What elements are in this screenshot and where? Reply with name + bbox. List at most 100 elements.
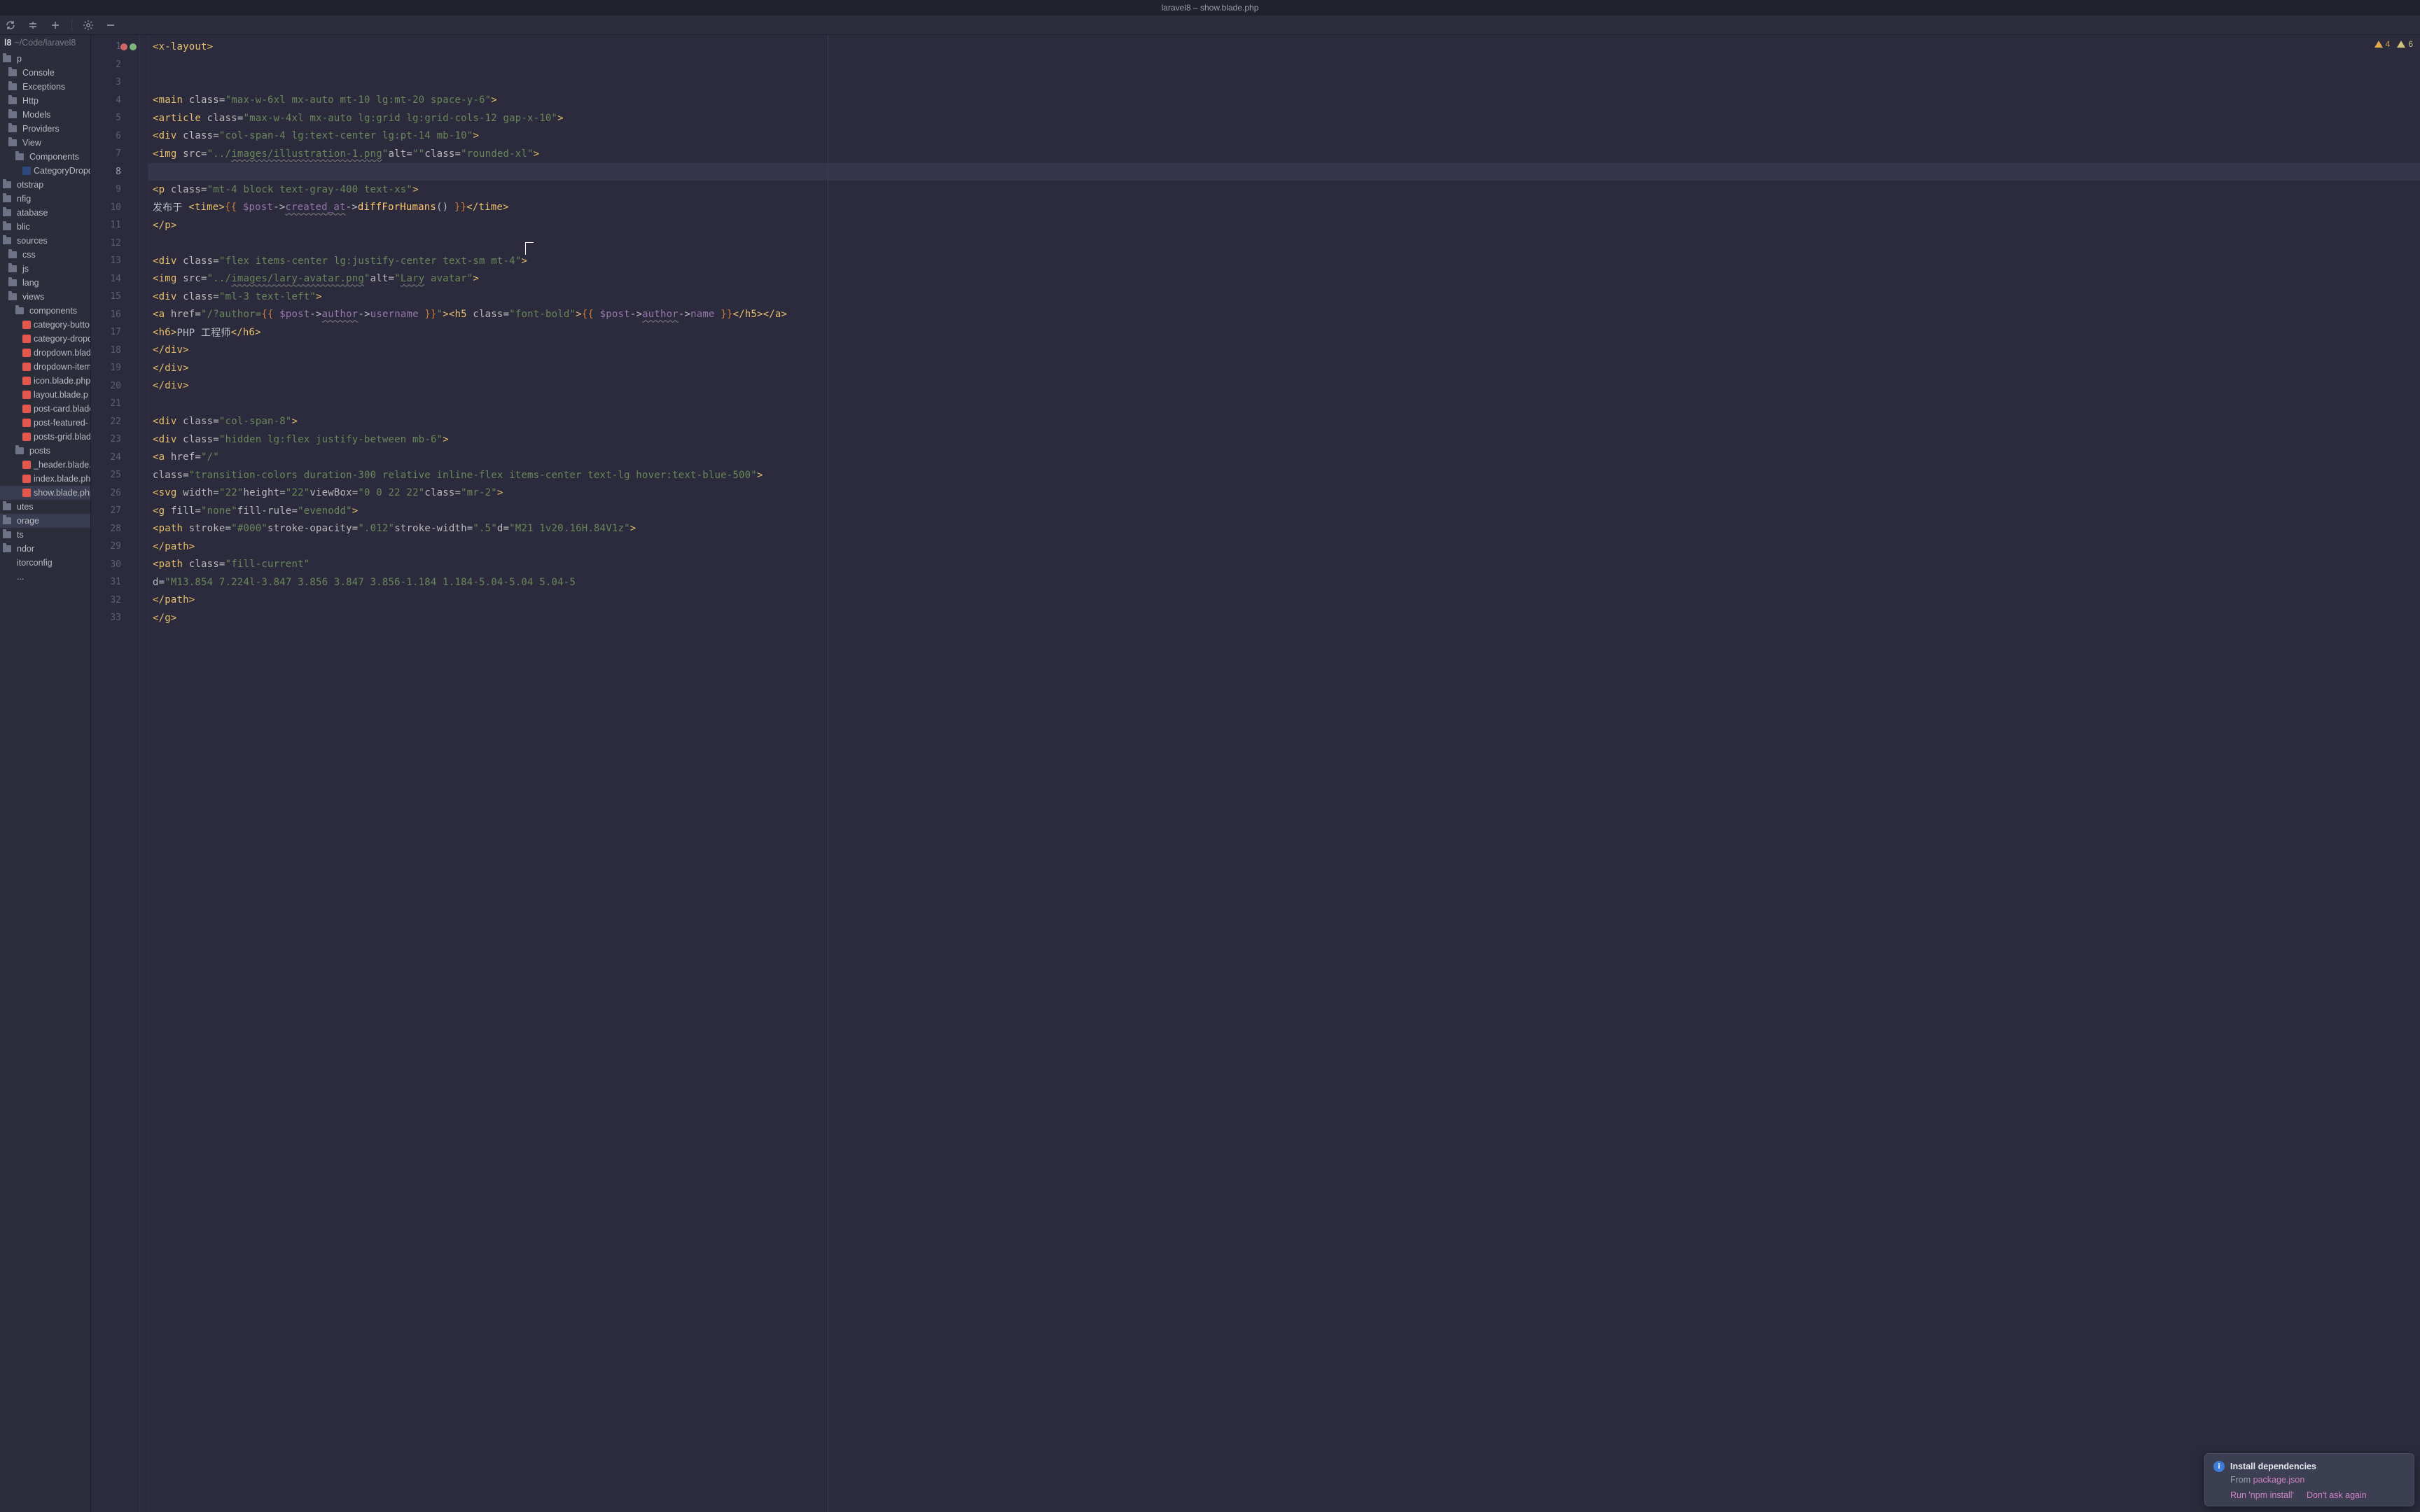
blade-file-icon bbox=[22, 461, 31, 469]
code-line[interactable]: </div> bbox=[148, 359, 2420, 377]
tree-item[interactable]: post-featured- bbox=[0, 416, 90, 430]
tree-item[interactable]: views bbox=[0, 290, 90, 304]
code-line[interactable]: <path class="fill-current" bbox=[148, 556, 2420, 574]
sync-icon[interactable] bbox=[4, 19, 17, 31]
tree-item[interactable]: Http bbox=[0, 94, 90, 108]
tree-item[interactable]: icon.blade.php bbox=[0, 374, 90, 388]
weak-warning-count[interactable]: 4 bbox=[2374, 39, 2391, 49]
code-line[interactable]: <g fill="none" fill-rule="evenodd"> bbox=[148, 502, 2420, 520]
tree-item[interactable]: ... bbox=[0, 570, 90, 584]
collapse-icon[interactable] bbox=[49, 19, 62, 31]
code-line[interactable]: 发布于 <time>{{ $post->created_at->diffForH… bbox=[148, 199, 2420, 217]
tree-item[interactable]: atabase bbox=[0, 206, 90, 220]
code-line[interactable] bbox=[148, 74, 2420, 92]
minimize-icon[interactable] bbox=[104, 19, 117, 31]
code-line[interactable]: <div class="hidden lg:flex justify-betwe… bbox=[148, 430, 2420, 449]
line-number: 4 bbox=[91, 92, 139, 110]
typo-warning-count[interactable]: 6 bbox=[2397, 39, 2413, 49]
tree-item[interactable]: dropdown-item bbox=[0, 360, 90, 374]
tree-item[interactable]: orage bbox=[0, 514, 90, 528]
tree-item[interactable]: ndor bbox=[0, 542, 90, 556]
gear-icon[interactable] bbox=[82, 19, 95, 31]
tree-item[interactable]: CategoryDropd bbox=[0, 164, 90, 178]
code-line[interactable]: </path> bbox=[148, 538, 2420, 556]
tree-item[interactable]: js bbox=[0, 262, 90, 276]
tree-item[interactable]: itorconfig bbox=[0, 556, 90, 570]
project-name: l8 bbox=[4, 38, 11, 48]
tree-item[interactable]: Console bbox=[0, 66, 90, 80]
tree-item[interactable]: dropdown.blade bbox=[0, 346, 90, 360]
tree-item-label: lang bbox=[22, 278, 39, 288]
tree-item-label: ts bbox=[17, 530, 24, 540]
run-marker-icon[interactable] bbox=[120, 43, 127, 50]
tree-item[interactable]: p bbox=[0, 52, 90, 66]
code-area[interactable]: 4 6 <x-layout> <main class="max-w-6xl mx… bbox=[148, 35, 2420, 1512]
tree-item[interactable]: sources bbox=[0, 234, 90, 248]
tree-item[interactable]: lang bbox=[0, 276, 90, 290]
code-line[interactable]: class="transition-colors duration-300 re… bbox=[148, 466, 2420, 484]
notification-body: From package.json bbox=[2230, 1475, 2405, 1485]
expand-icon[interactable] bbox=[27, 19, 39, 31]
tree-item[interactable]: post-card.blade bbox=[0, 402, 90, 416]
run-npm-install-link[interactable]: Run 'npm install' bbox=[2230, 1490, 2294, 1500]
tree-item[interactable]: category-dropd bbox=[0, 332, 90, 346]
folder-icon bbox=[8, 111, 20, 119]
project-header[interactable]: l8 ~/Code/laravel8 bbox=[0, 35, 90, 50]
tree-item[interactable]: _header.blade.p bbox=[0, 458, 90, 472]
code-line[interactable]: <div class="col-span-8"> bbox=[148, 413, 2420, 431]
tree-item[interactable]: css bbox=[0, 248, 90, 262]
code-line[interactable]: <div class="col-span-4 lg:text-center lg… bbox=[148, 127, 2420, 146]
line-number: 14 bbox=[91, 270, 139, 288]
code-line[interactable] bbox=[148, 163, 2420, 181]
tree-item[interactable]: index.blade.ph bbox=[0, 472, 90, 486]
code-line[interactable]: </div> bbox=[148, 377, 2420, 396]
folder-icon bbox=[8, 125, 20, 133]
tree-item[interactable]: utes bbox=[0, 500, 90, 514]
tree-item[interactable]: blic bbox=[0, 220, 90, 234]
code-line[interactable]: </g> bbox=[148, 609, 2420, 627]
code-line[interactable]: <img src="../images/lary-avatar.png" alt… bbox=[148, 270, 2420, 288]
tree-item[interactable]: category-butto bbox=[0, 318, 90, 332]
code-line[interactable]: <a href="/" bbox=[148, 449, 2420, 467]
tree-item[interactable]: nfig bbox=[0, 192, 90, 206]
inspection-widget[interactable]: 4 6 bbox=[2374, 39, 2413, 49]
tree-item[interactable]: Providers bbox=[0, 122, 90, 136]
tree-item[interactable]: Exceptions bbox=[0, 80, 90, 94]
window-titlebar: laravel8 – show.blade.php bbox=[0, 0, 2420, 15]
tree-item[interactable]: posts bbox=[0, 444, 90, 458]
code-line[interactable]: <main class="max-w-6xl mx-auto mt-10 lg:… bbox=[148, 92, 2420, 110]
folder-icon bbox=[15, 153, 27, 161]
code-line[interactable]: </p> bbox=[148, 216, 2420, 234]
tree-item[interactable]: show.blade.php bbox=[0, 486, 90, 500]
run-marker-icon[interactable] bbox=[130, 43, 137, 50]
dont-ask-again-link[interactable]: Don't ask again bbox=[2307, 1490, 2367, 1500]
code-line[interactable]: <path stroke="#000" stroke-opacity=".012… bbox=[148, 520, 2420, 538]
code-line[interactable]: </div> bbox=[148, 342, 2420, 360]
tree-item[interactable]: layout.blade.p bbox=[0, 388, 90, 402]
code-line[interactable]: <h6>PHP 工程师</h6> bbox=[148, 323, 2420, 342]
tree-item[interactable]: Components bbox=[0, 150, 90, 164]
tree-item[interactable]: posts-grid.blad bbox=[0, 430, 90, 444]
project-tree[interactable]: pConsoleExceptionsHttpModelsProvidersVie… bbox=[0, 50, 90, 1512]
code-line[interactable]: d="M13.854 7.224l-3.847 3.856 3.847 3.85… bbox=[148, 573, 2420, 592]
tree-item[interactable]: components bbox=[0, 304, 90, 318]
code-line[interactable]: <div class="ml-3 text-left"> bbox=[148, 288, 2420, 306]
code-line[interactable]: <a href="/?author={{ $post->author->user… bbox=[148, 306, 2420, 324]
code-editor[interactable]: 1234567891011121314151617181920212223242… bbox=[91, 35, 2420, 1512]
code-line[interactable]: <div class="flex items-center lg:justify… bbox=[148, 252, 2420, 270]
line-number: 17 bbox=[91, 323, 139, 342]
code-line[interactable]: <img src="../images/illustration-1.png" … bbox=[148, 145, 2420, 163]
code-line[interactable]: <p class="mt-4 block text-gray-400 text-… bbox=[148, 181, 2420, 199]
tree-item[interactable]: Models bbox=[0, 108, 90, 122]
code-line[interactable] bbox=[148, 395, 2420, 413]
code-line[interactable]: <x-layout> bbox=[148, 38, 2420, 56]
code-line[interactable] bbox=[148, 56, 2420, 74]
line-number: 12 bbox=[91, 234, 139, 253]
code-line[interactable]: <svg width="22" height="22" viewBox="0 0… bbox=[148, 484, 2420, 503]
tree-item[interactable]: View bbox=[0, 136, 90, 150]
code-line[interactable] bbox=[148, 234, 2420, 253]
tree-item[interactable]: otstrap bbox=[0, 178, 90, 192]
code-line[interactable]: </path> bbox=[148, 592, 2420, 610]
tree-item[interactable]: ts bbox=[0, 528, 90, 542]
code-line[interactable]: <article class="max-w-4xl mx-auto lg:gri… bbox=[148, 109, 2420, 127]
